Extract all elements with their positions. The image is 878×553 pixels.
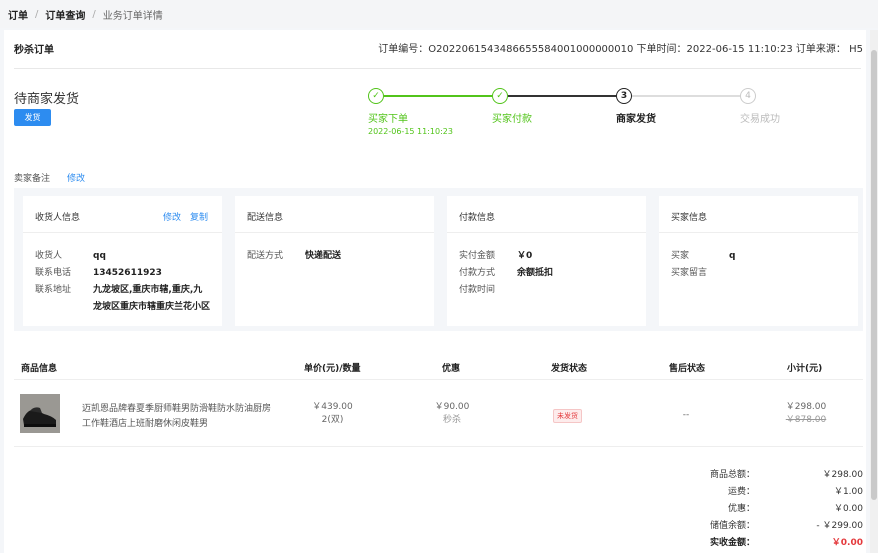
payment-method-row: 付款方式 余额抵扣 bbox=[459, 268, 554, 278]
product-discount-type: 秒杀 bbox=[442, 415, 461, 425]
product-original-price: ￥878.00 bbox=[785, 415, 827, 425]
step-3-label: 商家发货 bbox=[616, 114, 656, 125]
after-sale-status: -- bbox=[682, 410, 690, 420]
summary-goods-total-value: ￥298.00 bbox=[822, 470, 864, 480]
step-1-check-icon: ✓ bbox=[368, 88, 384, 104]
payment-card: 付款信息 实付金额 ￥0 付款方式 余额抵扣 付款时间 bbox=[447, 196, 646, 326]
breadcrumb: 订单 / 订单查询 / 业务订单详情 bbox=[0, 0, 878, 28]
product-subtotal: ￥298.00 bbox=[785, 402, 827, 412]
product-subtotal-cell: ￥298.00 ￥878.00 bbox=[780, 401, 832, 427]
step-2-label: 买家付款 bbox=[492, 114, 532, 125]
step-2-check-icon: ✓ bbox=[492, 88, 508, 104]
edit-remark-link[interactable]: 修改 bbox=[67, 171, 85, 184]
product-discount-cell: ￥90.00 秒杀 bbox=[432, 401, 472, 427]
payment-card-title: 付款信息 bbox=[459, 213, 496, 223]
scrollbar[interactable] bbox=[870, 30, 878, 553]
summary-discount-label: 优惠： bbox=[727, 504, 755, 514]
breadcrumb-order-query[interactable]: 订单查询 bbox=[45, 7, 85, 22]
order-meta: 订单编号：O2022061543486655584001000000010 下单… bbox=[378, 44, 863, 55]
product-image[interactable] bbox=[20, 394, 60, 433]
divider bbox=[14, 68, 861, 69]
delivery-card-title: 配送信息 bbox=[247, 213, 284, 223]
col-header-product: 商品信息 bbox=[21, 364, 58, 374]
receiver-phone-row: 联系电话 13452611923 bbox=[35, 268, 162, 278]
col-header-price: 单价(元)/数量 bbox=[304, 364, 361, 374]
summary-goods-total-label: 商品总额： bbox=[709, 470, 755, 480]
delivery-card: 配送信息 配送方式 快递配送 bbox=[235, 196, 434, 326]
col-header-after-sale: 售后状态 bbox=[669, 364, 706, 374]
breadcrumb-separator: / bbox=[92, 8, 96, 20]
step-1-time: 2022-06-15 11:10:23 bbox=[368, 127, 453, 136]
step-connector-1 bbox=[384, 95, 492, 97]
buyer-card: 买家信息 买家 q 买家留言 bbox=[659, 196, 858, 326]
step-4-circle: 4 bbox=[740, 88, 756, 104]
product-name[interactable]: 迈凯恩品牌春夏季厨师鞋男防滑鞋防水防油厨房工作鞋酒店上班耐磨休闲皮鞋男 bbox=[82, 402, 272, 432]
summary-discount-value: ￥0.00 bbox=[833, 504, 863, 514]
step-1-label: 买家下单 bbox=[368, 114, 408, 125]
receiver-card: 收货人信息 修改 复制 收货人 qq 联系电话 13452611923 联系地址… bbox=[23, 196, 222, 326]
step-4-label: 交易成功 bbox=[740, 114, 780, 125]
ship-button[interactable]: 发货 bbox=[14, 109, 51, 126]
col-header-ship-status: 发货状态 bbox=[551, 364, 588, 374]
col-header-discount: 优惠 bbox=[442, 364, 461, 374]
delivery-method-row: 配送方式 快递配送 bbox=[247, 251, 342, 261]
order-status-title: 待商家发货 bbox=[14, 92, 80, 107]
scrollbar-thumb[interactable] bbox=[871, 50, 877, 500]
buyer-name-row: 买家 q bbox=[671, 251, 736, 261]
breadcrumb-current: 业务订单详情 bbox=[102, 10, 163, 22]
product-price-cell: ￥439.00 2(双) bbox=[310, 401, 355, 427]
seller-remark-label: 卖家备注 bbox=[14, 174, 51, 184]
step-3-circle: 3 bbox=[616, 88, 632, 104]
receiver-address-row: 联系地址 九龙坡区,重庆市辖,重庆,九龙坡区重庆市辖重庆兰花小区 bbox=[35, 285, 211, 312]
step-connector-2 bbox=[508, 95, 616, 97]
edit-receiver-link[interactable]: 修改 bbox=[163, 210, 181, 223]
ship-status-badge: 未发货 bbox=[553, 409, 582, 423]
divider bbox=[14, 446, 863, 447]
col-header-subtotal: 小计(元) bbox=[787, 364, 823, 374]
product-quantity: 2(双) bbox=[321, 415, 344, 425]
summary-shipping-value: ￥1.00 bbox=[833, 487, 863, 497]
copy-receiver-link[interactable]: 复制 bbox=[190, 210, 208, 223]
order-type: 秒杀订单 bbox=[14, 45, 54, 56]
summary-received-value: ￥0.00 bbox=[831, 538, 863, 548]
divider bbox=[14, 379, 863, 380]
summary-received-label: 实收金额： bbox=[709, 538, 755, 548]
receiver-card-title: 收货人信息 bbox=[35, 213, 81, 223]
receiver-name-row: 收货人 qq bbox=[35, 251, 106, 261]
breadcrumb-order[interactable]: 订单 bbox=[8, 7, 28, 22]
buyer-card-title: 买家信息 bbox=[671, 213, 708, 223]
step-connector-3 bbox=[632, 95, 740, 97]
summary-balance-value: - ￥299.00 bbox=[816, 521, 863, 531]
summary-balance-label: 储值余额： bbox=[709, 521, 755, 531]
payment-amount-row: 实付金额 ￥0 bbox=[459, 251, 533, 261]
payment-time-row: 付款时间 bbox=[459, 285, 496, 295]
breadcrumb-separator: / bbox=[35, 8, 39, 20]
product-discount: ￥90.00 bbox=[434, 402, 470, 412]
buyer-message-row: 买家留言 bbox=[671, 268, 708, 278]
product-price: ￥439.00 bbox=[312, 402, 353, 412]
summary-shipping-label: 运费： bbox=[727, 487, 755, 497]
